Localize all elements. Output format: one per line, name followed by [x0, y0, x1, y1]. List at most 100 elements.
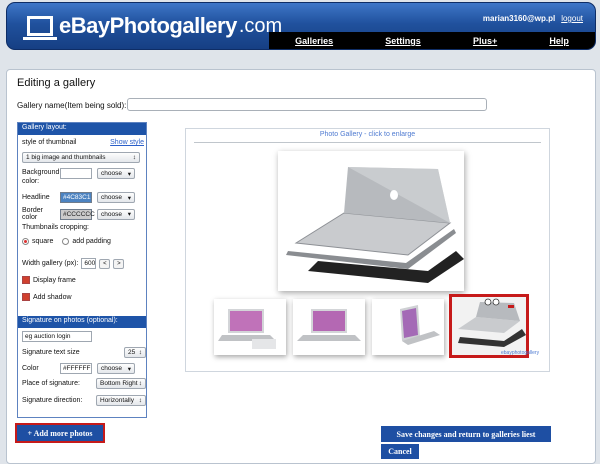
- border-color-input[interactable]: #CCCCCC: [60, 208, 95, 220]
- chevron-down-icon: ↕: [138, 380, 142, 387]
- save-and-return-button[interactable]: Save changes and return to galleries lie…: [381, 426, 551, 442]
- laptop-thumb-icon: [297, 309, 361, 341]
- edit-gallery-panel: Editing a gallery Gallery name(Item bein…: [6, 69, 596, 464]
- text-size-row: Signature text size 25 ↕: [22, 347, 146, 358]
- signature-color-input[interactable]: #FFFFFF: [60, 363, 92, 374]
- chevron-down-icon: ↕: [132, 154, 136, 161]
- thumbnail-3[interactable]: [372, 299, 444, 355]
- direction-row: Signature direction: Horizontally ↕: [22, 395, 146, 406]
- preview-title[interactable]: Photo Gallery - click to enlarge: [186, 131, 549, 138]
- width-decrease-button[interactable]: <: [99, 258, 111, 269]
- laptop-thumb-icon: [400, 305, 440, 345]
- thumbnail-1[interactable]: [214, 299, 286, 355]
- chevron-down-icon: ▾: [127, 170, 131, 178]
- headline-choose-select[interactable]: choose ▾: [97, 192, 135, 203]
- crop-square-radio[interactable]: [22, 238, 29, 245]
- signature-heading: Signature on photos (optional):: [18, 316, 146, 328]
- thumbnail-style-label: style of thumbnail: [22, 139, 77, 146]
- border-choose-label: choose: [101, 210, 122, 218]
- background-choose-label: choose: [101, 170, 122, 177]
- signature-color-label: Color: [22, 365, 39, 372]
- add-more-photos-button[interactable]: + Add more photos: [15, 423, 105, 443]
- signature-choose-select[interactable]: choose ▾: [97, 363, 135, 374]
- place-label: Place of signature:: [22, 380, 80, 387]
- user-email: marian3160@wp.pl: [482, 14, 556, 23]
- background-choose-select[interactable]: choose ▾: [97, 168, 135, 179]
- gallery-preview: Photo Gallery - click to enlarge ebaypho…: [185, 128, 550, 372]
- user-bar: marian3160@wp.pl logout: [483, 14, 583, 23]
- main-photo[interactable]: [278, 151, 464, 291]
- gallery-name-input[interactable]: [127, 98, 487, 111]
- crop-padding-radio[interactable]: [62, 238, 70, 245]
- crop-padding-label: add padding: [72, 238, 111, 245]
- width-increase-button[interactable]: >: [113, 258, 125, 269]
- laptop-logo-icon: [23, 16, 57, 40]
- laptop-photo-icon: [286, 167, 464, 283]
- nav-plus[interactable]: Plus+: [473, 36, 497, 46]
- thumbnail-2[interactable]: [293, 299, 365, 355]
- chevron-down-icon: ↕: [138, 349, 142, 356]
- laptop-thumb-icon: [218, 309, 276, 349]
- headline-choose-label: choose: [101, 194, 122, 201]
- signature-text-input[interactable]: eg auction login: [22, 331, 92, 342]
- signature-choose-label: choose: [101, 365, 122, 372]
- headline-color-input[interactable]: #4C83C1: [60, 192, 92, 203]
- gallery-settings-sidebar: Gallery layout: style of thumbnail Show …: [17, 122, 147, 418]
- background-row: Background color: choose ▾: [22, 168, 146, 186]
- background-color-input[interactable]: [60, 168, 92, 179]
- chevron-down-icon: ▾: [127, 194, 131, 202]
- signature-color-row: Color #FFFFFF choose ▾: [22, 363, 146, 374]
- nav-galleries[interactable]: Galleries: [295, 36, 333, 46]
- display-frame-row: Display frame: [22, 276, 76, 284]
- preview-watermark: ebayphotogallery: [501, 350, 540, 356]
- place-row: Place of signature: Bottom Right ↕: [22, 378, 146, 389]
- headline-row: Headline #4C83C1 choose ▾: [22, 192, 146, 203]
- chevron-down-icon: ▾: [127, 211, 131, 218]
- background-label: Background color:: [22, 169, 60, 185]
- cropping-options: square add padding: [22, 238, 111, 245]
- add-shadow-checkbox[interactable]: [22, 293, 30, 301]
- width-input[interactable]: 600: [81, 258, 97, 269]
- thumbnail-style-value: 1 big image and thumbnails: [26, 154, 106, 161]
- nav-help[interactable]: Help: [549, 36, 569, 46]
- site-logo[interactable]: eBayPhotogallery .com: [23, 11, 282, 41]
- main-nav: Galleries Settings Plus+ Help: [269, 32, 595, 49]
- direction-select[interactable]: Horizontally ↕: [96, 395, 146, 406]
- direction-value: Horizontally: [100, 397, 134, 404]
- chevron-down-icon: ↕: [138, 397, 142, 404]
- preview-divider: [194, 142, 541, 143]
- text-size-select[interactable]: 25 ↕: [124, 347, 146, 358]
- thumbnail-style-select[interactable]: 1 big image and thumbnails ↕: [22, 152, 140, 163]
- thumbnail-4-selected[interactable]: [449, 294, 529, 358]
- cropping-label: Thumbnails cropping:: [22, 224, 89, 231]
- logout-link[interactable]: logout: [561, 14, 583, 23]
- place-select[interactable]: Bottom Right ↕: [96, 378, 146, 389]
- signature-text-row: eg auction login: [22, 331, 92, 342]
- place-value: Bottom Right: [100, 380, 138, 387]
- display-frame-label: Display frame: [33, 276, 76, 284]
- add-shadow-label: Add shadow: [33, 293, 72, 301]
- chevron-down-icon: ▾: [127, 365, 131, 373]
- gallery-name-label: Gallery name(Item being sold):: [17, 101, 127, 110]
- show-style-link[interactable]: Show style: [110, 139, 144, 146]
- nav-settings[interactable]: Settings: [385, 36, 421, 46]
- page-title: Editing a gallery: [17, 77, 96, 89]
- laptop-thumb-icon: [452, 297, 526, 355]
- width-row: Width gallery (px): 600 < >: [22, 258, 125, 269]
- text-size-value: 25: [128, 349, 136, 356]
- site-header: eBayPhotogallery .com marian3160@wp.pl l…: [6, 2, 596, 50]
- thumbnail-style-select-row: 1 big image and thumbnails ↕: [22, 152, 140, 163]
- gallery-layout-heading: Gallery layout:: [18, 123, 146, 135]
- cancel-button[interactable]: Cancel: [381, 444, 419, 459]
- border-choose-select[interactable]: choose ▾: [97, 208, 135, 220]
- border-color-row: Border color #CCCCCC choose ▾: [22, 207, 146, 221]
- direction-label: Signature direction:: [22, 397, 83, 404]
- headline-label: Headline: [22, 194, 50, 201]
- crop-square-label: square: [32, 238, 54, 245]
- border-color-label: Border color: [22, 207, 44, 221]
- thumbnail-style-row: style of thumbnail Show style: [22, 139, 144, 146]
- add-shadow-row: Add shadow: [22, 293, 72, 301]
- display-frame-checkbox[interactable]: [22, 276, 30, 284]
- width-label: Width gallery (px):: [22, 260, 79, 267]
- text-size-label: Signature text size: [22, 349, 80, 356]
